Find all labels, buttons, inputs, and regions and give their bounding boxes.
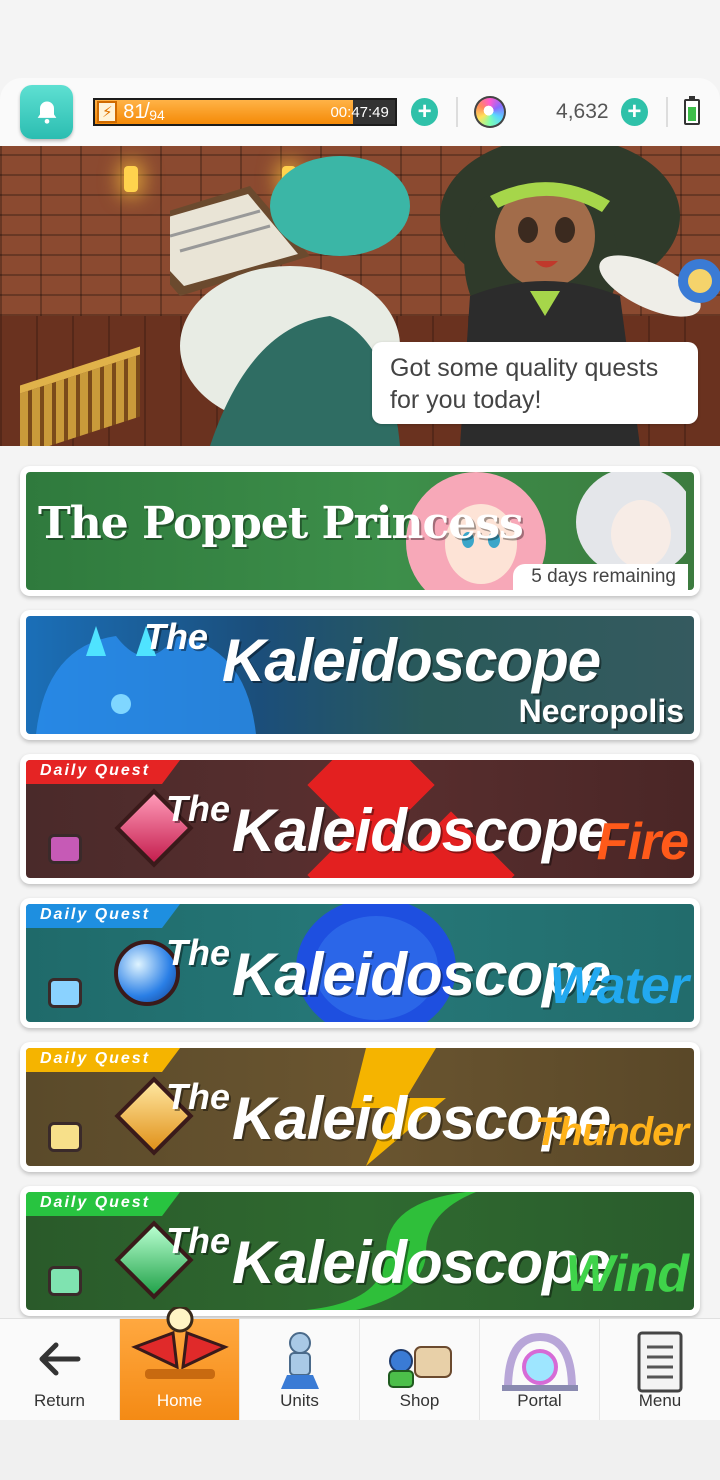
shop-bag-icon <box>387 1346 452 1388</box>
nav-return-label: Return <box>33 1391 86 1410</box>
gem-orb-icon <box>474 96 507 128</box>
banner-art: The Poppet Princess 5 days remaining <box>26 472 694 590</box>
quest-banner-poppet-princess[interactable]: The Poppet Princess 5 days remaining <box>20 466 700 596</box>
daily-quest-ribbon: Daily Quest <box>26 1192 180 1216</box>
banner-the: The <box>166 932 231 973</box>
quest-banner-water[interactable]: Daily Quest The Kaleidoscope Water <box>20 898 700 1028</box>
quest-banner-fire[interactable]: Daily Quest The Kaleidoscope Fire <box>20 754 700 884</box>
nav-home[interactable]: Home <box>120 1307 240 1421</box>
banner-the: The <box>166 1220 231 1261</box>
units-statue-icon <box>280 1332 319 1389</box>
portal-ring-icon <box>501 1332 578 1391</box>
status-bar: ⚡ 81 / 94 00:47:49 + 4,632 + <box>0 78 720 146</box>
banner-the: The <box>166 1076 231 1117</box>
banner-kaleidoscope: Kaleidoscope <box>232 1229 611 1296</box>
daily-quest-ribbon: Daily Quest <box>26 1048 180 1072</box>
nav-units-label: Units <box>280 1391 319 1410</box>
nav-shop[interactable]: Shop <box>360 1319 480 1421</box>
banner-the: The <box>144 616 209 657</box>
bottom-nav: Return Home Units Shop Portal Menu <box>0 1307 720 1421</box>
wind-crystal-small-icon <box>48 1266 82 1296</box>
divider <box>456 97 459 127</box>
nav-menu-label: Menu <box>638 1391 682 1410</box>
thunder-crystal-small-icon <box>48 1122 82 1152</box>
banner-title: The Poppet Princess <box>38 498 524 549</box>
banner-element-water: Water <box>549 957 689 1015</box>
quest-banner-wind[interactable]: Daily Quest The Kaleidoscope Wind <box>20 1186 700 1316</box>
hero-scene: Got some quality quests for you today! <box>0 146 720 446</box>
banner-kaleidoscope: Kaleidoscope <box>222 627 601 694</box>
nav-shop-label: Shop <box>399 1391 440 1410</box>
nav-menu[interactable]: Menu <box>600 1319 720 1421</box>
home-wings-icon <box>130 1307 229 1379</box>
banner-art: Daily Quest The Kaleidoscope Thunder <box>26 1048 694 1166</box>
fire-crystal-small-icon <box>48 834 82 864</box>
quest-banner-necropolis[interactable]: The Kaleidoscope Necropolis <box>20 610 700 740</box>
add-gems-button[interactable]: + <box>620 98 649 126</box>
speech-bubble: Got some quality quests for you today! <box>372 342 698 424</box>
banner-element-wind: Wind <box>565 1245 689 1303</box>
notification-button[interactable] <box>20 85 74 139</box>
nav-return[interactable]: Return <box>0 1319 120 1421</box>
stamina-timer: 00:47:49 <box>330 104 389 121</box>
bolt-icon: ⚡ <box>97 101 118 123</box>
stamina-current: 81 <box>123 101 146 123</box>
quest-banner-thunder[interactable]: Daily Quest The Kaleidoscope Thunder <box>20 1042 700 1172</box>
daily-quest-ribbon: Daily Quest <box>26 904 180 928</box>
remaining-days: 5 days remaining <box>513 564 688 590</box>
lamp-icon <box>124 166 138 192</box>
divider <box>666 97 669 127</box>
arrow-left-icon <box>39 1342 80 1376</box>
nav-portal-label: Portal <box>517 1391 562 1410</box>
banner-element-thunder: Thunder <box>535 1110 689 1154</box>
stamina-bar: ⚡ 81 / 94 00:47:49 <box>93 98 397 126</box>
banner-art: Daily Quest The Kaleidoscope Water <box>26 904 694 1022</box>
banner-art: The Kaleidoscope Necropolis <box>26 616 694 734</box>
nav-home-label: Home <box>156 1391 203 1410</box>
add-stamina-button[interactable]: + <box>410 98 439 126</box>
banner-art: Daily Quest The Kaleidoscope Fire <box>26 760 694 878</box>
water-crystal-small-icon <box>48 978 82 1008</box>
menu-list-icon <box>637 1331 683 1393</box>
battery-icon <box>684 96 700 125</box>
quest-list: The Poppet Princess 5 days remaining The… <box>20 466 700 1330</box>
nav-units[interactable]: Units <box>240 1319 360 1421</box>
banner-element-fire: Fire <box>596 813 689 871</box>
gem-count: 4,632 <box>556 100 609 123</box>
banner-the: The <box>166 788 231 829</box>
bell-icon <box>37 101 56 124</box>
bottom-spacer <box>0 1420 720 1480</box>
nav-portal[interactable]: Portal <box>480 1319 600 1421</box>
stamina-max: 94 <box>149 107 165 123</box>
daily-quest-ribbon: Daily Quest <box>26 760 180 784</box>
banner-art: Daily Quest The Kaleidoscope Wind <box>26 1192 694 1310</box>
banner-necropolis: Necropolis <box>518 693 684 729</box>
banner-kaleidoscope: Kaleidoscope <box>232 797 611 864</box>
